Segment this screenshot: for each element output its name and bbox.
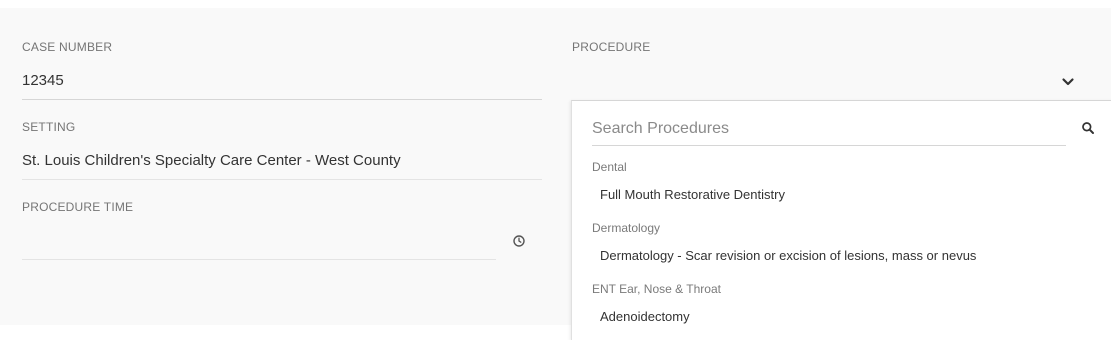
procedure-time-field[interactable] (22, 259, 496, 260)
option-full-mouth-restorative-dentistry[interactable]: Full Mouth Restorative Dentistry (600, 187, 785, 203)
group-label-dermatology: Dermatology (592, 221, 661, 235)
search-underline (592, 145, 1066, 146)
procedure-form: CASE NUMBER 12345 SETTING St. Louis Chil… (0, 8, 1111, 340)
setting-underline (22, 179, 542, 180)
setting-field[interactable]: St. Louis Children's Specialty Care Cent… (22, 152, 401, 170)
clock-icon[interactable] (512, 234, 526, 248)
case-number-label: CASE NUMBER (22, 40, 113, 54)
group-label-dental: Dental (592, 160, 627, 174)
setting-label: SETTING (22, 120, 76, 134)
group-label-ent: ENT Ear, Nose & Throat (592, 282, 721, 296)
option-adenoidectomy[interactable]: Adenoidectomy (600, 309, 690, 325)
procedure-time-label: PROCEDURE TIME (22, 200, 134, 214)
option-dermatology-scar-revision[interactable]: Dermatology - Scar revision or excision … (600, 248, 976, 264)
search-icon[interactable] (1081, 121, 1095, 135)
case-number-field[interactable]: 12345 (22, 72, 64, 90)
case-number-underline (22, 99, 542, 100)
procedure-dropdown: Dental Full Mouth Restorative Dentistry … (571, 100, 1111, 340)
procedure-label: PROCEDURE (572, 40, 651, 54)
chevron-down-icon[interactable] (1060, 74, 1076, 90)
search-procedures-input[interactable] (592, 113, 1066, 145)
